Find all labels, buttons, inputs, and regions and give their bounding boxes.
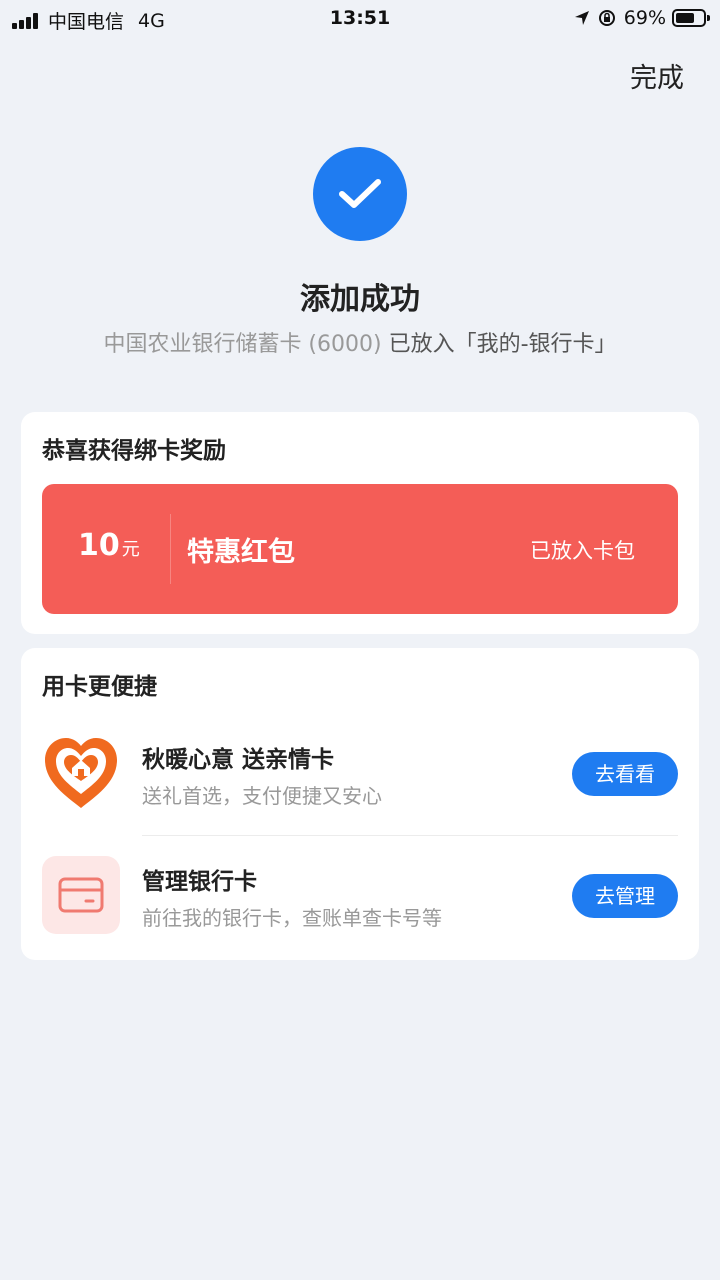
battery-icon <box>672 9 710 27</box>
coupon-name: 特惠红包 <box>187 537 295 568</box>
view-button[interactable]: 去看看 <box>572 752 678 796</box>
item-desc: 送礼首选，支付便捷又安心 <box>142 784 382 808</box>
reward-title: 恭喜获得绑卡奖励 <box>42 438 226 464</box>
battery-percent: 69% <box>623 7 666 29</box>
list-item-gift-card[interactable]: 秋暖心意 送亲情卡 送礼首选，支付便捷又安心 去看看 <box>21 718 699 828</box>
quick-actions-title: 用卡更便捷 <box>42 674 157 700</box>
reward-card: 恭喜获得绑卡奖励 10 元 特惠红包 已放入卡包 <box>21 412 699 634</box>
status-right: 69% <box>574 7 710 29</box>
card-info-text: 中国农业银行储蓄卡 (6000) <box>103 332 382 357</box>
success-title: 添加成功 <box>300 282 420 317</box>
quick-actions-card: 用卡更便捷 秋暖心意 送亲情卡 送礼首选，支付便捷又安心 去看看 管理银行卡 前… <box>21 648 699 960</box>
battery-fill <box>676 13 694 23</box>
coupon-amount-unit: 元 <box>121 539 140 560</box>
manage-button[interactable]: 去管理 <box>572 874 678 918</box>
rotation-lock-icon <box>598 9 616 27</box>
location-arrow-icon <box>574 10 590 26</box>
success-check-icon <box>313 147 407 241</box>
status-bar: 中国电信 4G 13:51 69% <box>0 0 720 38</box>
item-title: 秋暖心意 送亲情卡 <box>142 747 335 773</box>
card-location-text: 已放入「我的-银行卡」 <box>388 332 617 357</box>
coupon-amount: 10 元 <box>78 528 140 563</box>
item-divider <box>142 835 678 836</box>
bank-card-icon <box>42 856 120 934</box>
success-subtitle: 中国农业银行储蓄卡 (6000) 已放入「我的-银行卡」 <box>0 326 720 358</box>
coupon[interactable]: 10 元 特惠红包 已放入卡包 <box>42 484 678 614</box>
heart-house-icon <box>42 734 120 812</box>
coupon-divider <box>170 514 171 584</box>
coupon-amount-value: 10 <box>78 528 120 563</box>
coupon-status: 已放入卡包 <box>530 539 635 563</box>
list-item-manage-card[interactable]: 管理银行卡 前往我的银行卡，查账单查卡号等 去管理 <box>21 840 699 950</box>
done-button[interactable]: 完成 <box>630 56 684 95</box>
item-title: 管理银行卡 <box>142 869 257 895</box>
item-desc: 前往我的银行卡，查账单查卡号等 <box>142 906 442 930</box>
